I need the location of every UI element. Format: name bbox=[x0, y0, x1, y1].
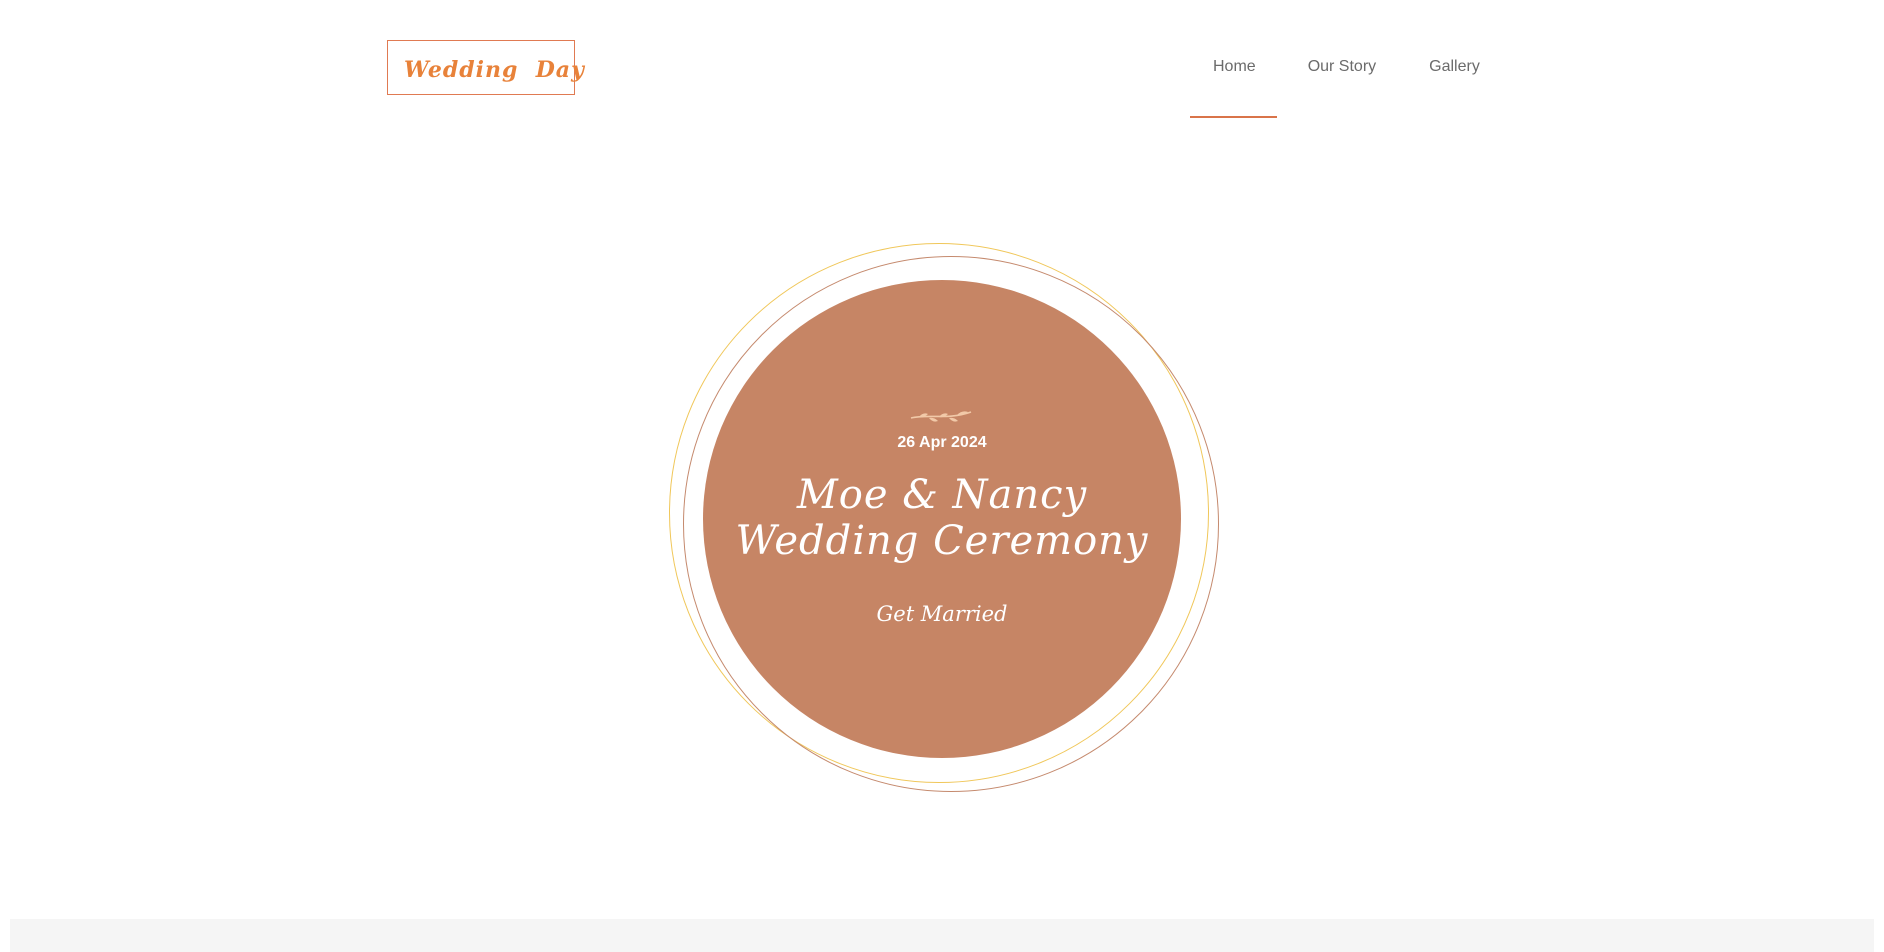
nav-link-home[interactable]: Home bbox=[1213, 56, 1256, 78]
next-section-strip bbox=[10, 919, 1874, 952]
wedding-date: 26 Apr 2024 bbox=[897, 434, 987, 451]
site-logo[interactable]: Wedding Day bbox=[387, 40, 584, 95]
leaf-ornament-icon bbox=[910, 411, 972, 422]
hero-title-line2: Wedding Ceremony bbox=[735, 518, 1149, 564]
hero-title-line1: Moe & Nancy bbox=[796, 472, 1088, 518]
page: Wedding Day Home Our Story Gallery 26 Ap… bbox=[0, 0, 1884, 952]
active-nav-indicator bbox=[1190, 116, 1277, 118]
hero-title: Moe & Nancy Wedding Ceremony bbox=[703, 472, 1181, 564]
logo-text: Wedding Day bbox=[404, 56, 585, 83]
hero-disc: 26 Apr 2024 Moe & Nancy Wedding Ceremony… bbox=[703, 280, 1181, 758]
nav-link-our-story[interactable]: Our Story bbox=[1308, 56, 1376, 78]
nav-link-gallery[interactable]: Gallery bbox=[1429, 56, 1480, 78]
main-nav: Home Our Story Gallery bbox=[1190, 56, 1480, 78]
hero-section: 26 Apr 2024 Moe & Nancy Wedding Ceremony… bbox=[0, 0, 1884, 952]
hero-subtitle: Get Married bbox=[876, 602, 1008, 626]
